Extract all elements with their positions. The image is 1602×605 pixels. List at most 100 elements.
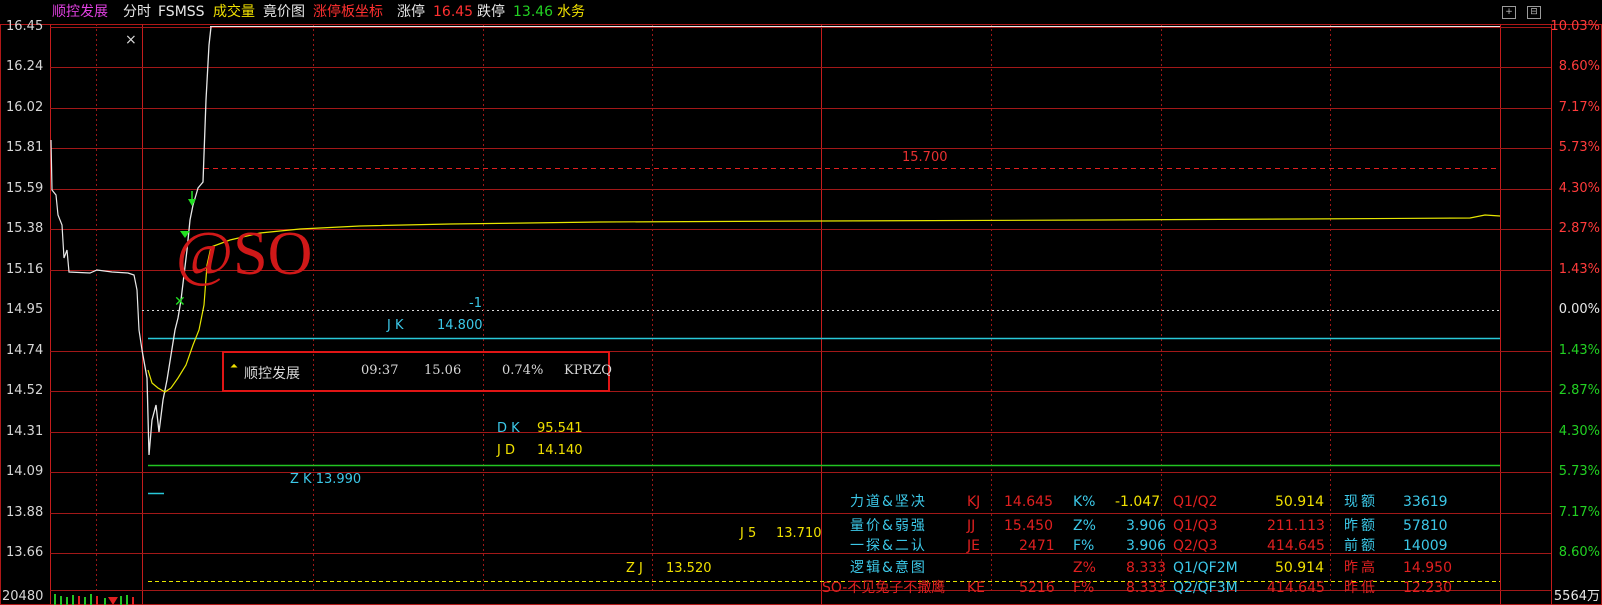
info-key: K%: [1073, 494, 1096, 510]
dk-label: D K: [497, 421, 520, 436]
volume-axis-left: 20480: [2, 589, 44, 604]
jk-label: J K: [387, 318, 404, 333]
pct-tick: 8.60%: [1558, 545, 1600, 560]
info-value: 3.906: [1126, 538, 1167, 554]
tooltip-price: 15.06: [424, 363, 462, 378]
stock-tooltip[interactable]: ⏶ 顺控发展 09:37 15.06 0.74% KPRZQ: [222, 351, 612, 392]
stock-name[interactable]: 顺控发展: [52, 3, 108, 21]
sector-label[interactable]: 水务: [557, 3, 585, 21]
pct-tick: 10.03%: [1550, 19, 1600, 34]
info-key: Q1/Q2: [1173, 494, 1218, 510]
info-value: 14.645: [1004, 494, 1053, 510]
dk-value: 95.541: [537, 421, 583, 436]
info-key: F%: [1073, 580, 1095, 596]
info-value: 15.450: [1004, 518, 1053, 534]
tooltip-code: KPRZQ: [564, 363, 612, 378]
info-key: Q2/QF3M: [1173, 580, 1238, 596]
pct-tick: 4.30%: [1558, 181, 1600, 196]
pct-tick: 1.43%: [1558, 343, 1600, 358]
auction-label[interactable]: 竟价图: [263, 3, 305, 21]
info-key: KE: [967, 580, 986, 596]
pct-tick: 7.17%: [1558, 100, 1600, 115]
x-marker: ✕: [174, 294, 186, 310]
y-tick: 14.31: [6, 424, 44, 439]
info-value: 8.333: [1126, 580, 1167, 596]
y-tick: 16.45: [6, 19, 44, 34]
y-tick: 14.09: [6, 464, 44, 479]
y-tick: 15.81: [6, 140, 44, 155]
info-value: -1.047: [1115, 494, 1161, 510]
y-tick: 14.52: [6, 383, 44, 398]
info-key: 昨高: [1344, 560, 1378, 576]
info-value: 57810: [1403, 518, 1448, 534]
info-value: 14.950: [1403, 560, 1452, 576]
h-grid: [50, 27, 1551, 591]
tooltip-pct: 0.74%: [502, 363, 544, 378]
jd-value: 14.140: [537, 443, 583, 458]
y-tick: 14.74: [6, 343, 44, 358]
pct-tick: 0.00%: [1558, 302, 1600, 317]
info-key: 现额: [1344, 494, 1378, 510]
jd-label: J D: [497, 443, 515, 458]
info-value: 33619: [1403, 494, 1448, 510]
info-value: 414.645: [1267, 580, 1325, 596]
info-value: 14009: [1403, 538, 1448, 554]
down-arrow-marker-2: [188, 199, 196, 206]
info-value: 5216: [1019, 580, 1055, 596]
info-key: 前额: [1344, 538, 1378, 554]
y-tick: 15.16: [6, 262, 44, 277]
up-limit-label: 涨停: [397, 4, 425, 20]
volume-axis-right: 5564万: [1553, 589, 1600, 604]
zk-label: Z K 13.990: [290, 472, 362, 487]
limit-coord-label[interactable]: 涨停板坐标: [313, 3, 383, 21]
level-15700-label: 15.700: [902, 150, 948, 165]
mode-label[interactable]: 分时: [123, 3, 151, 21]
zj-label: Z J: [626, 561, 643, 576]
up-limit-value: 16.45: [433, 4, 474, 20]
chart-header: 顺控发展 分时 FSMSS 成交量 竟价图 涨停板坐标 涨停 16.45 跌停 …: [0, 0, 1602, 24]
close-icon: ×: [125, 32, 137, 48]
info-value: 211.113: [1267, 518, 1325, 534]
y-tick: 16.02: [6, 100, 44, 115]
indicator-label[interactable]: FSMSS: [158, 3, 205, 21]
volume-label[interactable]: 成交量: [213, 3, 255, 21]
y-tick: 13.88: [6, 505, 44, 520]
info-key: Q1/QF2M: [1173, 560, 1238, 576]
up-chevron-icon: ⏶: [230, 361, 238, 372]
pct-tick: 5.73%: [1558, 464, 1600, 479]
y-tick: 14.95: [6, 302, 44, 317]
info-key: JE: [967, 538, 980, 554]
pct-tick: 1.43%: [1558, 262, 1600, 277]
info-value: 8.333: [1126, 560, 1167, 576]
tooltip-name: 顺控发展: [244, 366, 300, 382]
info-row-label: 力道&坚决: [850, 494, 927, 510]
j5-value: 13.710: [776, 526, 822, 541]
y-tick: 15.38: [6, 221, 44, 236]
info-value: 12.230: [1403, 580, 1452, 596]
chart-canvas: ✕ ×: [0, 24, 1602, 605]
info-row-label: 量价&弱强: [850, 518, 927, 534]
intraday-chart-window: { "topbar": { "stock_name": "顺控发展", "mod…: [0, 0, 1602, 605]
minus-one-label: -1: [469, 296, 482, 311]
info-key: Z%: [1073, 518, 1096, 534]
volume-bars: [54, 594, 134, 605]
pct-tick: 5.73%: [1558, 140, 1600, 155]
info-value: 2471: [1019, 538, 1055, 554]
info-key: JJ: [967, 518, 976, 534]
pct-tick: 2.87%: [1558, 383, 1600, 398]
y-tick: 15.59: [6, 181, 44, 196]
pct-tick: 8.60%: [1558, 59, 1600, 74]
down-limit-value: 13.46: [513, 4, 554, 20]
info-value: 50.914: [1275, 494, 1324, 510]
info-value: 50.914: [1275, 560, 1324, 576]
pct-tick: 4.30%: [1558, 424, 1600, 439]
down-limit-label: 跌停: [477, 4, 505, 20]
info-key: KJ: [967, 494, 981, 510]
info-key: 昨低: [1344, 580, 1378, 596]
pct-tick: 7.17%: [1558, 505, 1600, 520]
info-row-label: SO-不见兔子不撒鹰: [822, 580, 946, 596]
info-row-label: 逻辑&意图: [850, 560, 927, 576]
info-row-label: 一探&二认: [850, 538, 927, 554]
maximize-icon[interactable]: +: [1502, 6, 1516, 19]
restore-icon[interactable]: ⊟: [1527, 6, 1541, 19]
